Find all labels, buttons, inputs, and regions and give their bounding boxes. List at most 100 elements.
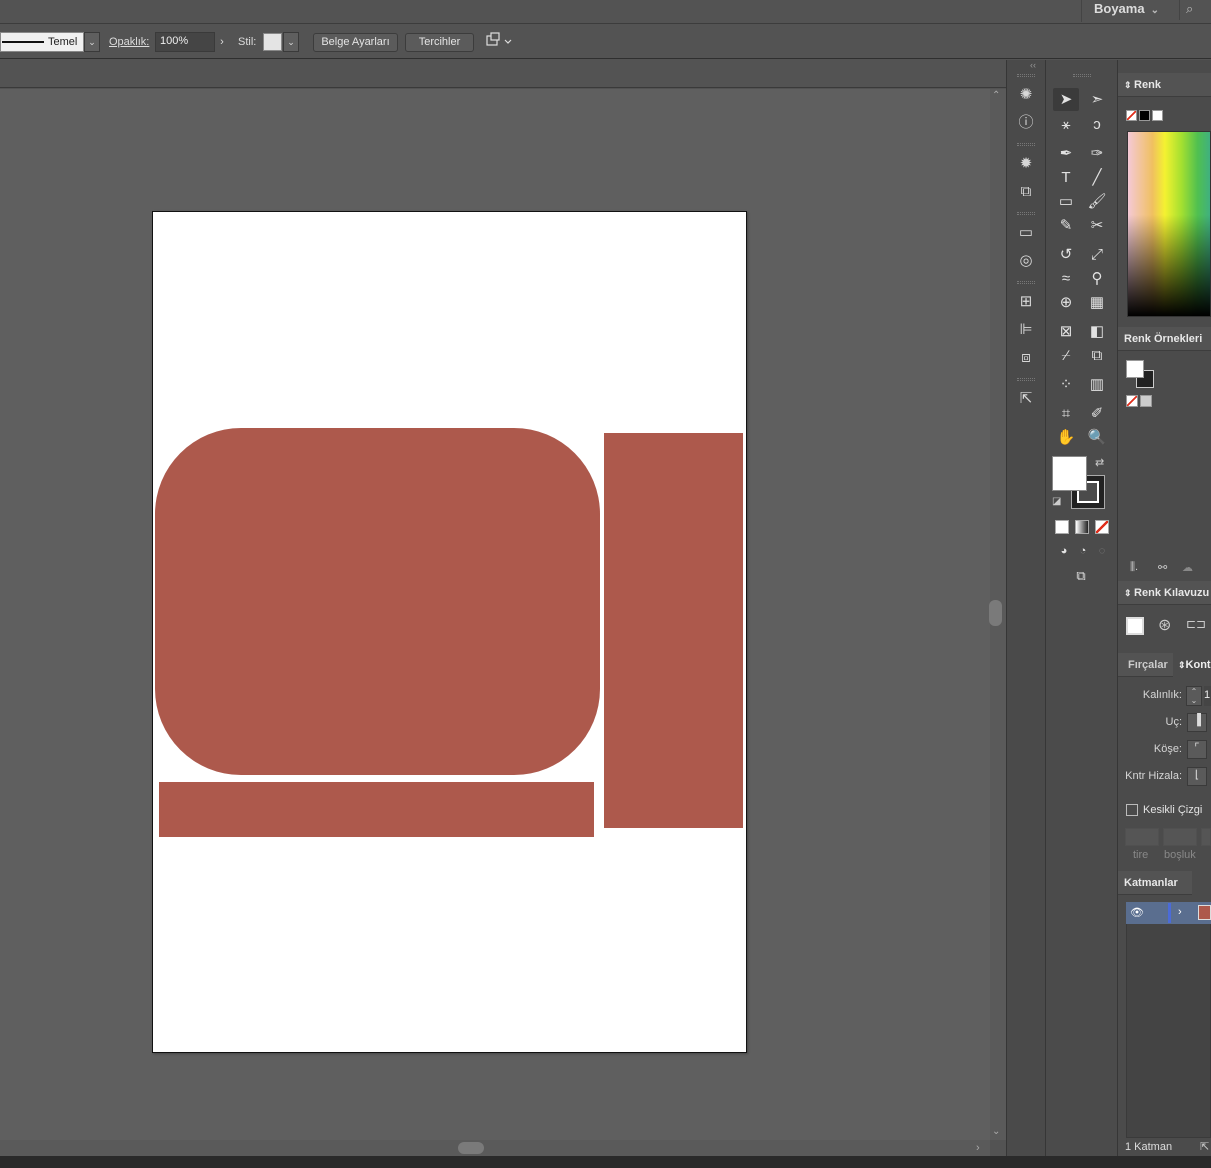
- color-guide-panel-header[interactable]: ⇕ Renk Kılavuzu: [1118, 581, 1211, 605]
- white-swatch[interactable]: [1152, 110, 1163, 121]
- info-icon[interactable]: ⓘ: [1015, 112, 1037, 134]
- search-button[interactable]: ⌕: [1179, 0, 1211, 20]
- perspective-grid-tool-icon[interactable]: ▦: [1084, 291, 1110, 314]
- curvature-tool-icon[interactable]: ✑: [1084, 142, 1110, 165]
- appearance-icon[interactable]: ◎: [1015, 250, 1037, 272]
- miter-join-icon[interactable]: ⌜: [1187, 740, 1207, 759]
- fill-color-box[interactable]: [1052, 456, 1087, 491]
- column-graph-tool-icon[interactable]: ▥: [1084, 373, 1110, 396]
- pen-tool-icon[interactable]: ✒: [1053, 142, 1079, 165]
- swatch-options-icon[interactable]: ⚯: [1158, 561, 1167, 574]
- sun-icon[interactable]: ✺: [1015, 84, 1037, 106]
- harmony-rules-icon[interactable]: ⊛: [1158, 615, 1171, 635]
- default-fill-stroke-icon[interactable]: ◪: [1052, 496, 1061, 507]
- swap-fill-stroke-icon[interactable]: ⇄: [1095, 456, 1104, 469]
- export-icon[interactable]: ⇱: [1015, 388, 1037, 410]
- rectangle-tool-icon[interactable]: ▭: [1053, 190, 1079, 213]
- dashed-line-checkbox[interactable]: [1126, 804, 1138, 816]
- visibility-eye-icon[interactable]: 👁: [1130, 906, 1144, 919]
- dock-grip[interactable]: [1017, 212, 1035, 215]
- style-swatch[interactable]: [263, 33, 282, 51]
- screen-mode-icon[interactable]: ⧉: [1068, 564, 1094, 587]
- butt-cap-icon[interactable]: ▐: [1187, 713, 1207, 732]
- dock-grip[interactable]: [1017, 281, 1035, 284]
- vertical-rectangle-shape[interactable]: [604, 433, 743, 828]
- eyedropper-tool-icon[interactable]: ⌿: [1053, 344, 1079, 367]
- selection-tool-icon[interactable]: ➤: [1053, 88, 1079, 111]
- align-stroke-center-icon[interactable]: ⌊: [1187, 767, 1207, 786]
- tab-brushes[interactable]: Fırçalar: [1118, 653, 1173, 677]
- opacity-input[interactable]: 100%: [155, 32, 215, 52]
- toolbar-grip[interactable]: [1073, 74, 1091, 77]
- transform-icon[interactable]: ⧉: [1015, 181, 1037, 203]
- hand-tool-icon[interactable]: ✋: [1053, 426, 1079, 449]
- scroll-right-icon[interactable]: ›: [976, 1142, 980, 1154]
- rounded-rectangle-shape[interactable]: [155, 428, 600, 775]
- artboards-icon[interactable]: ⊞: [1015, 291, 1037, 313]
- scroll-down-icon[interactable]: ⌄: [992, 1126, 1000, 1137]
- dash-input[interactable]: [1125, 828, 1159, 846]
- line-segment-tool-icon[interactable]: ╱: [1084, 166, 1110, 189]
- scroll-up-icon[interactable]: ⌃: [992, 90, 1000, 101]
- layers-export-icon[interactable]: ⇱: [1200, 1140, 1209, 1153]
- dock-grip[interactable]: [1017, 74, 1035, 77]
- slice-tool-icon[interactable]: ✐: [1084, 402, 1110, 425]
- scissors-tool-icon[interactable]: ✂: [1084, 214, 1110, 237]
- zoom-tool-icon[interactable]: 🔍: [1084, 426, 1110, 449]
- tab-stroke[interactable]: ⇕Kont: [1173, 653, 1211, 677]
- color-mode-icon[interactable]: [1055, 520, 1069, 534]
- symbols-icon[interactable]: ✹: [1015, 153, 1037, 175]
- puppet-warp-tool-icon[interactable]: ⚲: [1084, 267, 1110, 290]
- gradient-icon[interactable]: ▭: [1015, 222, 1037, 244]
- rotate-tool-icon[interactable]: ↺: [1053, 243, 1079, 266]
- color-spectrum[interactable]: [1127, 131, 1211, 317]
- expand-layer-chevron-icon[interactable]: ›: [1178, 906, 1182, 918]
- horizontal-rectangle-shape[interactable]: [159, 782, 594, 837]
- registration-swatch[interactable]: [1140, 395, 1152, 407]
- none-swatch[interactable]: [1126, 110, 1137, 121]
- shape-builder-tool-icon[interactable]: ⊕: [1053, 291, 1079, 314]
- color-guide-base-swatch[interactable]: [1126, 617, 1144, 635]
- gradient-tool-icon[interactable]: ◧: [1084, 320, 1110, 343]
- arrange-documents-icon[interactable]: [484, 32, 512, 52]
- none-swatch[interactable]: [1126, 395, 1138, 407]
- warp-tool-icon[interactable]: ≈: [1053, 267, 1079, 290]
- style-chevron-icon[interactable]: ⌄: [283, 32, 299, 52]
- paintbrush-tool-icon[interactable]: 🖌: [1084, 190, 1110, 213]
- swatch-fill-indicator[interactable]: [1126, 360, 1144, 378]
- magic-wand-tool-icon[interactable]: ⚹: [1053, 113, 1079, 136]
- opacity-arrow-icon[interactable]: ›: [214, 32, 230, 52]
- dock-grip[interactable]: [1017, 378, 1035, 381]
- vertical-scroll-thumb[interactable]: [989, 600, 1002, 626]
- swatch-libraries-icon[interactable]: ⫼.: [1130, 561, 1138, 574]
- horizontal-scroll-thumb[interactable]: [458, 1142, 484, 1154]
- stroke-profile-chevron-icon[interactable]: ⌄: [84, 32, 100, 52]
- lasso-tool-icon[interactable]: ↄ: [1084, 113, 1110, 136]
- black-swatch[interactable]: [1139, 110, 1150, 121]
- draw-inside-icon[interactable]: ◌: [1089, 540, 1115, 563]
- scale-tool-icon[interactable]: ⤢: [1084, 243, 1110, 266]
- workspace-switcher[interactable]: Boyama ⌄: [1081, 0, 1161, 22]
- cloud-icon[interactable]: ☁: [1182, 561, 1193, 574]
- document-settings-button[interactable]: Belge Ayarları: [313, 33, 398, 52]
- horizontal-scrollbar[interactable]: [0, 1140, 990, 1156]
- stroke-weight-stepper[interactable]: ⌃ ⌄: [1186, 686, 1202, 706]
- layers-panel-header[interactable]: Katmanlar: [1118, 871, 1192, 895]
- dash-input-2[interactable]: [1201, 828, 1211, 846]
- type-tool-icon[interactable]: T: [1053, 166, 1079, 189]
- shaper-tool-icon[interactable]: ✎: [1053, 214, 1079, 237]
- color-panel-header[interactable]: ⇕ Renk: [1118, 73, 1211, 97]
- pathfinder-icon[interactable]: ⧈: [1015, 347, 1037, 369]
- align-icon[interactable]: ⊫: [1015, 319, 1037, 341]
- swatches-panel-header[interactable]: Renk Örnekleri: [1118, 327, 1211, 351]
- blend-tool-icon[interactable]: ⧉: [1084, 344, 1110, 367]
- gap-input[interactable]: [1163, 828, 1197, 846]
- gradient-mode-icon[interactable]: [1075, 520, 1089, 534]
- none-mode-icon[interactable]: [1095, 520, 1109, 534]
- opacity-label[interactable]: Opaklık:: [109, 36, 149, 48]
- mesh-tool-icon[interactable]: ⊠: [1053, 320, 1079, 343]
- artboard-tool-icon[interactable]: ⌗: [1053, 402, 1079, 425]
- preferences-button[interactable]: Tercihler: [405, 33, 474, 52]
- direct-selection-tool-icon[interactable]: ➣: [1084, 88, 1110, 111]
- save-to-swatches-icon[interactable]: ⊏⊐: [1186, 617, 1206, 631]
